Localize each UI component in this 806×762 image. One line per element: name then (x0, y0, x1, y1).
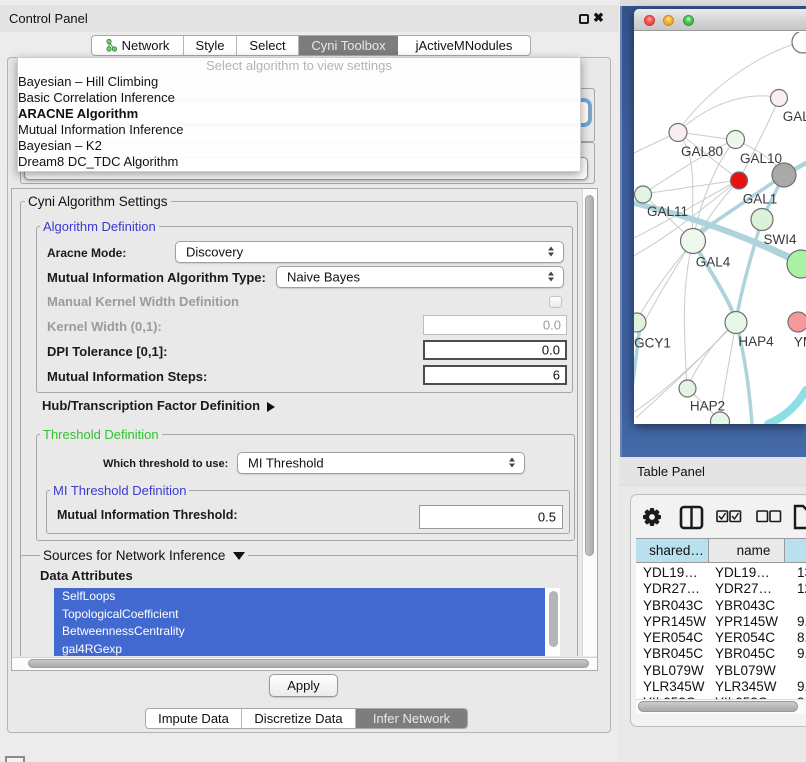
svg-text:HAP4: HAP4 (738, 334, 774, 349)
svg-text:GAL80: GAL80 (681, 144, 723, 159)
svg-text:SWI4: SWI4 (763, 232, 796, 247)
svg-text:GAL10: GAL10 (740, 151, 782, 166)
svg-text:GAL7: GAL7 (783, 109, 806, 124)
svg-text:YM: YM (794, 335, 806, 350)
svg-text:GCY1: GCY1 (634, 336, 671, 351)
svg-text:GAL4: GAL4 (696, 255, 731, 270)
svg-text:HAP2: HAP2 (690, 399, 725, 414)
svg-text:GAL1: GAL1 (743, 192, 778, 207)
svg-text:GAL11: GAL11 (647, 204, 688, 219)
